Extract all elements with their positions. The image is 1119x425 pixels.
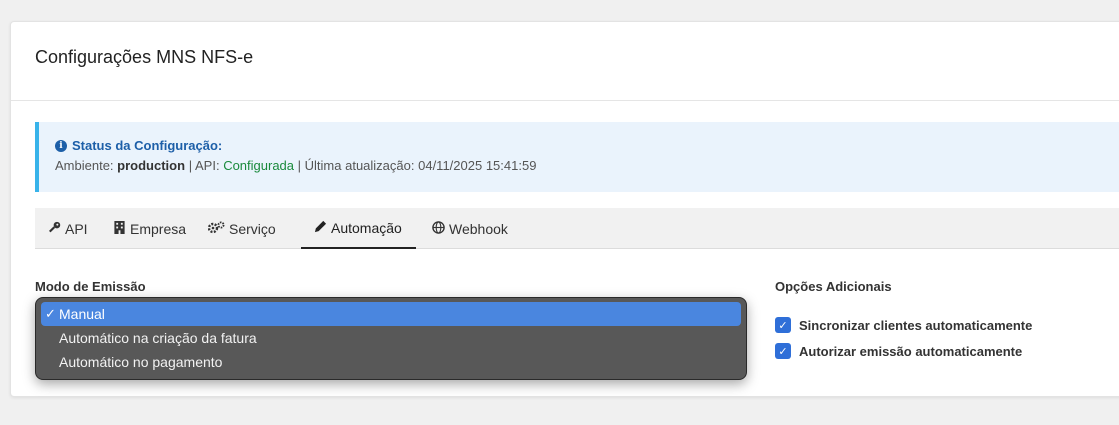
status-alert: i Status da Configuração: Ambiente: prod… [35,122,1119,192]
tab-label: Automação [331,219,402,236]
option-label: Automático no pagamento [59,354,223,370]
tab-api[interactable]: API [45,208,90,249]
separator: | [297,158,302,173]
api-label: API: [194,158,220,173]
pencil-icon [313,220,327,236]
option-auto-payment[interactable]: Automático no pagamento [41,350,741,374]
option-label: Automático na criação da fatura [59,330,257,346]
status-title: i Status da Configuração: [55,138,222,153]
status-title-text: Status da Configuração: [72,138,223,153]
api-value: Configurada [223,158,295,173]
emission-mode-dropdown[interactable]: ✓ Manual Automático na criação da fatura… [35,297,747,380]
emission-mode-label: Modo de Emissão [35,279,146,294]
checkmark-icon: ✓ [45,306,56,321]
option-manual[interactable]: ✓ Manual [41,302,741,326]
option-label: Manual [59,306,105,322]
updated-value: 04/11/2025 15:41:59 [418,158,537,173]
separator: | [188,158,193,173]
settings-card: Configurações MNS NFS-e i Status da Conf… [10,21,1119,397]
tab-webhook[interactable]: Webhook [429,208,510,249]
tab-label: Empresa [130,220,187,237]
info-icon: i [55,139,67,152]
tab-automacao[interactable]: Automação [301,208,416,249]
sync-clients-checkbox[interactable]: ✓ [775,317,791,333]
checkbox-label: Sincronizar clientes automaticamente [799,317,1033,333]
tab-label: API [65,220,88,237]
divider [11,100,1119,101]
sync-clients-option: ✓ Sincronizar clientes automaticamente [775,312,1032,338]
updated-label: Última atualização: [304,158,415,173]
tab-label: Webhook [449,220,508,237]
status-details: Ambiente: production | API: Configurada … [55,158,536,173]
key-icon [47,221,61,237]
tab-bar: API Empresa Serviço Automação Webhook [35,208,1119,249]
page-title: Configurações MNS NFS-e [35,47,254,67]
tab-servico[interactable]: Serviço [205,208,278,249]
tab-empresa[interactable]: Empresa [110,208,188,249]
auto-authorize-option: ✓ Autorizar emissão automaticamente [775,338,1032,364]
checkbox-label: Autorizar emissão automaticamente [799,343,1023,359]
tab-label: Serviço [229,220,276,237]
option-auto-invoice[interactable]: Automático na criação da fatura [41,326,741,350]
env-label: Ambiente: [55,158,114,173]
cogs-icon [207,221,225,237]
env-value: production [117,158,186,173]
additional-options-label: Opções Adicionais [775,279,892,294]
auto-authorize-checkbox[interactable]: ✓ [775,343,791,359]
building-icon [112,220,126,237]
additional-options: ✓ Sincronizar clientes automaticamente ✓… [775,312,1032,364]
globe-icon [431,220,445,237]
